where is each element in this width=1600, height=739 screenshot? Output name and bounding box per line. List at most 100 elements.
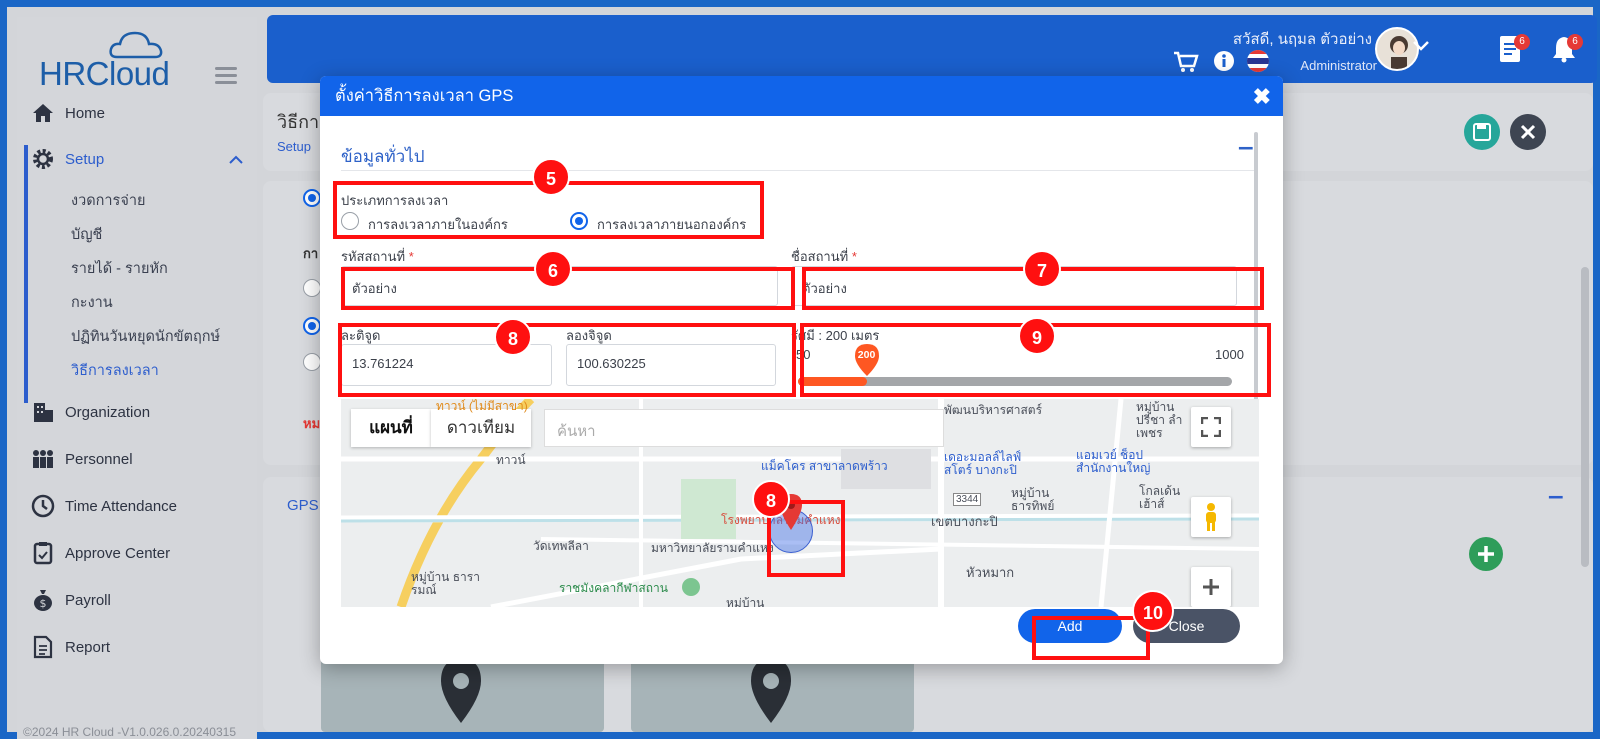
close-icon <box>1520 124 1536 140</box>
annotation-number: 10 <box>1132 590 1174 632</box>
annotation-number: 8 <box>752 480 790 518</box>
map-label: มหาวิทยาลัยรามคำแหง <box>651 541 774 555</box>
sidebar-item-report[interactable]: Report <box>31 635 110 659</box>
map-label: โกลเด้น เฮ้าส์ <box>1139 484 1181 511</box>
map-label: หมู่บ้าน ธารทิพย์ <box>1011 486 1055 513</box>
sidebar-item-approve-center[interactable]: Approve Center <box>31 541 170 565</box>
footer-version: ©2024 HR Cloud -V1.0.026.0.20240315 <box>23 725 236 739</box>
annotation-number: 8 <box>494 318 532 356</box>
sidebar-item-setup[interactable]: Setup <box>31 147 104 171</box>
map-label: ราชมังคลากีฬาสถาน <box>559 581 668 595</box>
sidebar-item-home[interactable]: Home <box>31 101 105 125</box>
sidebar-subitem[interactable]: รายได้ - รายหัก <box>71 257 168 280</box>
save-icon <box>1473 123 1491 141</box>
app-frame: HRCloud Home Setup งวดการจ่าย บัญชี รายไ… <box>0 0 1600 739</box>
sidebar-item-time-attendance[interactable]: Time Attendance <box>31 494 177 518</box>
modal-close-icon[interactable]: ✖ <box>1253 84 1271 110</box>
breadcrumb[interactable]: Setup <box>277 139 311 154</box>
chevron-down-icon[interactable] <box>1413 40 1429 52</box>
clock-icon <box>31 494 55 518</box>
cart-icon[interactable] <box>1173 51 1199 73</box>
sidebar: HRCloud Home Setup งวดการจ่าย บัญชี รายไ… <box>17 17 257 739</box>
save-button[interactable] <box>1464 114 1500 150</box>
svg-text:$: $ <box>40 597 47 610</box>
map-search-input[interactable]: ค้นหา <box>544 409 944 447</box>
location-name-label: ชื่อสถานที่ * <box>791 249 857 264</box>
sidebar-item-label: Personnel <box>65 450 133 468</box>
map-label: แม็คโคร สาขาลาดพร้าว <box>761 459 888 473</box>
annotation-box <box>1032 616 1150 660</box>
collapse-icon[interactable]: − <box>1547 485 1565 510</box>
sidebar-item-label: Time Attendance <box>65 497 178 515</box>
sidebar-item-label: Payroll <box>65 591 111 609</box>
sidebar-item-label: Approve Center <box>65 544 171 562</box>
gear-icon <box>31 147 55 171</box>
section-divider <box>341 170 1256 171</box>
modal-title: ตั้งค่าวิธีการลงเวลา GPS <box>335 87 514 105</box>
page-scrollbar[interactable] <box>1581 267 1589 567</box>
sidebar-item-organization[interactable]: Organization <box>31 400 150 424</box>
bg-row-label: กา <box>303 246 319 261</box>
sidebar-item-label: Home <box>65 104 106 122</box>
annotation-number: 5 <box>532 158 570 196</box>
bg-radio <box>303 279 321 297</box>
map-label: หมู่บ้าน ปรีชา ลำเพชร <box>1136 400 1183 440</box>
bell-badge: 6 <box>1567 34 1583 50</box>
people-icon <box>31 447 55 471</box>
nav-active-indicator <box>24 145 28 403</box>
sidebar-item-payroll[interactable]: $ Payroll <box>31 588 111 612</box>
sidebar-item-label: Report <box>65 638 111 656</box>
bg-note: หม <box>303 416 321 431</box>
map-type-map-tab[interactable]: แผนที่ <box>351 409 431 447</box>
sidebar-subitem[interactable]: กะงาน <box>71 291 113 314</box>
map-pin-icon <box>441 659 481 723</box>
menu-toggle-icon[interactable] <box>215 67 237 85</box>
logo-text: HRCloud <box>39 55 170 92</box>
map-label: เดอะมอลล์ไลฟ์ สโตร์ บางกะปิ <box>944 450 1022 477</box>
plus-icon <box>1203 579 1219 595</box>
section-collapse-icon[interactable]: − <box>1237 136 1255 161</box>
sidebar-subitem-active[interactable]: วิธีการลงเวลา <box>71 359 159 382</box>
page-title: วิธีกา <box>277 112 320 132</box>
map-label: แอมเวย์ ช็อป สำนักงานใหญ่ <box>1076 448 1151 475</box>
sidebar-item-label: Setup <box>65 150 105 168</box>
map-label: วัดเทพลีลา <box>533 539 589 553</box>
logo: HRCloud <box>29 29 189 94</box>
map-pin-icon <box>751 659 791 723</box>
map-label: เขตบางกะปิ <box>931 514 998 529</box>
home-icon <box>31 101 55 125</box>
map-label: หัวหมาก <box>966 565 1015 580</box>
annotation-number: 6 <box>534 250 572 288</box>
info-icon[interactable] <box>1213 50 1235 72</box>
user-role: Administrator <box>1300 58 1377 73</box>
map-zoom-in-button[interactable] <box>1191 567 1231 607</box>
gps-tab[interactable]: GPS <box>287 497 319 514</box>
map-road-number: 3344 <box>953 493 982 506</box>
map-label: หมู่บ้าน ธารารมณ์ <box>411 570 480 597</box>
money-bag-icon: $ <box>31 588 55 612</box>
sidebar-subitem[interactable]: บัญชี <box>71 223 102 246</box>
sidebar-item-label: Organization <box>65 403 151 421</box>
map-label: ทาวน์ (ไม่มีสาขา) <box>436 399 528 413</box>
cancel-button[interactable] <box>1510 114 1546 150</box>
map-label: พัฒนบริหารศาสตร์ <box>944 403 1043 417</box>
bg-radio <box>303 353 321 371</box>
pegman-icon <box>1206 503 1216 531</box>
sidebar-subitem[interactable]: ปฏิทินวันหยุดนักขัตฤกษ์ <box>71 325 220 348</box>
plus-icon <box>1478 546 1494 562</box>
sidebar-item-personnel[interactable]: Personnel <box>31 447 133 471</box>
add-location-button[interactable] <box>1469 537 1503 571</box>
bg-radio <box>303 189 321 207</box>
map-fullscreen-button[interactable] <box>1191 407 1231 447</box>
clipboard-icon <box>31 541 55 565</box>
thai-flag-icon[interactable] <box>1247 48 1269 74</box>
fullscreen-icon <box>1201 417 1221 437</box>
sidebar-subitem[interactable]: งวดการจ่าย <box>71 189 145 212</box>
top-bar: สวัสดี, นฤมล ตัวอย่าง Administrator 6 6 <box>267 15 1597 83</box>
street-view-button[interactable] <box>1191 497 1231 537</box>
annotation-number: 9 <box>1018 317 1056 355</box>
chevron-up-icon[interactable] <box>229 155 243 165</box>
bg-radio <box>303 317 321 335</box>
document-icon <box>31 635 55 659</box>
building-icon <box>31 400 55 424</box>
